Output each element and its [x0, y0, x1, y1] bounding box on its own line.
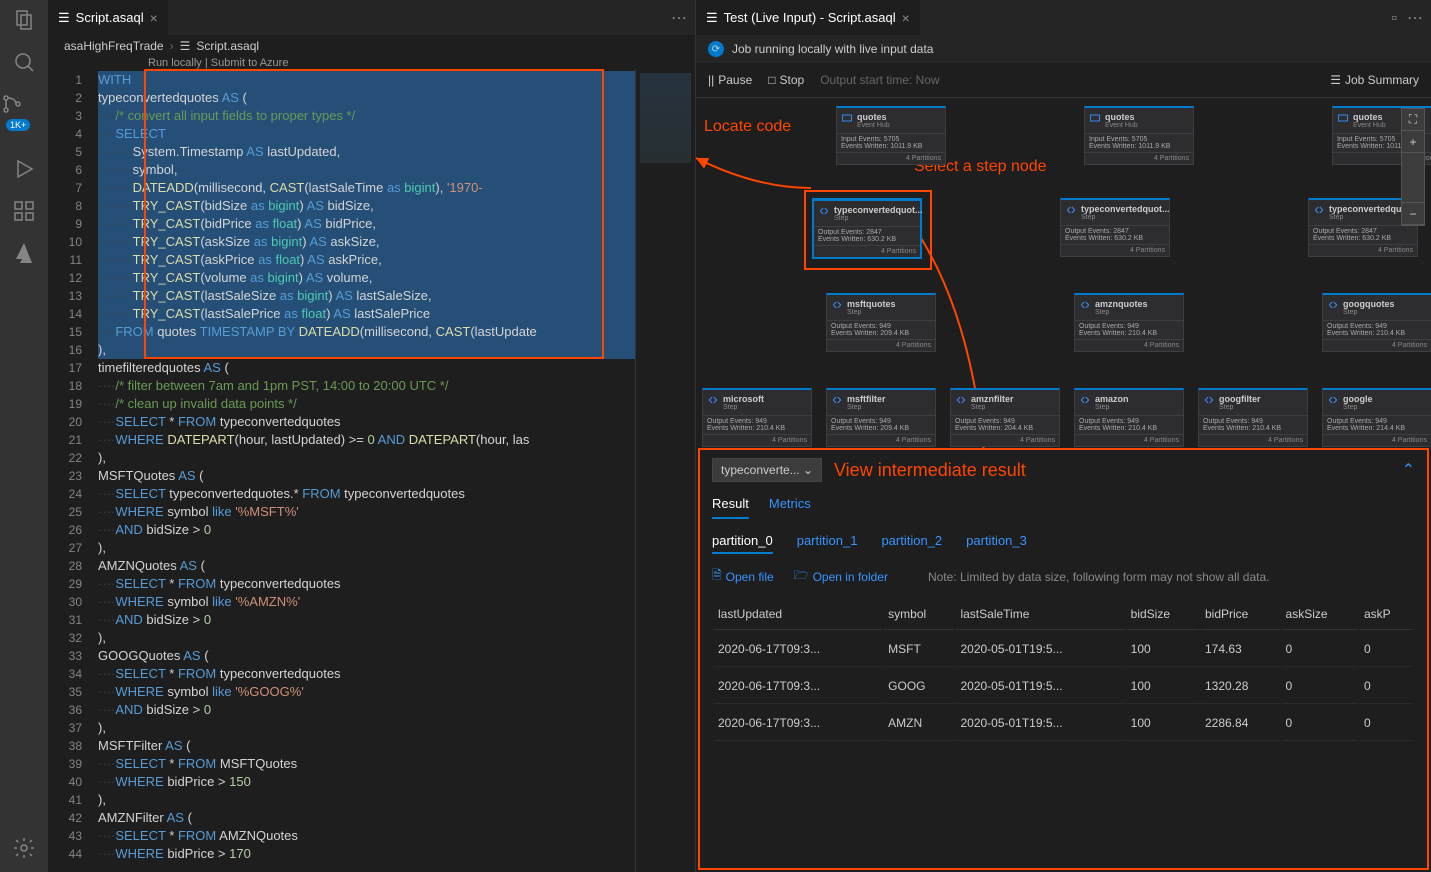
- codelens-submit[interactable]: Submit to Azure: [211, 57, 289, 69]
- tab-actions[interactable]: ⋯: [671, 8, 695, 28]
- source-control-badge: 1K+: [6, 119, 30, 131]
- file-actions: 🗎Open file 🗁Open in folder Note: Limited…: [712, 566, 1415, 587]
- folder-icon: 🗁: [794, 566, 809, 587]
- node-typeconverted[interactable]: typeconvertedquot...StepOutput Events: 2…: [812, 198, 922, 259]
- files-icon[interactable]: [12, 8, 36, 32]
- tab-result[interactable]: Result: [712, 496, 749, 519]
- editor-tabs: ☰ Script.asaql × ⋯: [48, 0, 695, 35]
- node-googfilter[interactable]: googfilterStepOutput Events: 949Events W…: [1198, 388, 1308, 447]
- run-debug-icon[interactable]: [12, 157, 36, 181]
- zoom-out-button[interactable]: −: [1402, 203, 1424, 225]
- results-panel: typeconverte...⌄ View intermediate resul…: [698, 448, 1429, 870]
- breadcrumb-folder: asaHighFreqTrade: [64, 39, 164, 53]
- status-message: Job running locally with live input data: [732, 42, 933, 56]
- node-quotes[interactable]: quotesEvent HubInput Events: 5705Events …: [1084, 106, 1194, 165]
- minimap[interactable]: [635, 69, 695, 872]
- highlight-box-code: [144, 69, 604, 359]
- node-amazon[interactable]: amazonStepOutput Events: 949Events Writt…: [1074, 388, 1184, 447]
- breadcrumb[interactable]: asaHighFreqTrade › ☰ Script.asaql: [48, 35, 695, 57]
- table-row[interactable]: 2020-06-17T09:3...GOOG2020-05-01T19:5...…: [714, 669, 1413, 704]
- output-start-label: Output start time: Now: [820, 73, 939, 87]
- node-msftfilter[interactable]: msftfilterStepOutput Events: 949Events W…: [826, 388, 936, 447]
- chevron-down-icon: ⌄: [803, 463, 813, 477]
- activity-bar: 1K+: [0, 0, 48, 872]
- pause-button[interactable]: ||Pause: [708, 73, 752, 87]
- table-header: lastUpdatedsymbollastSaleTimebidSizebidP…: [714, 599, 1413, 630]
- node-typeconverted[interactable]: typeconvertedquot...StepOutput Events: 2…: [1060, 198, 1170, 257]
- editor-pane-left: ☰ Script.asaql × ⋯ asaHighFreqTrade › ☰ …: [48, 0, 696, 872]
- extensions-icon[interactable]: [12, 199, 36, 223]
- pause-icon: ||: [708, 73, 714, 87]
- breadcrumb-file: Script.asaql: [196, 39, 259, 53]
- file-icon: 🗎: [712, 566, 722, 587]
- annotation-locate: Locate code: [704, 118, 791, 136]
- tab-script[interactable]: ☰ Script.asaql ×: [48, 0, 169, 35]
- zoom-controls: ⛶ + −: [1401, 108, 1425, 226]
- job-summary-button[interactable]: ☰Job Summary: [1330, 73, 1419, 87]
- sync-icon: ⟳: [708, 41, 724, 57]
- node-quotes[interactable]: quotesEvent HubInput Events: 5705Events …: [836, 106, 946, 165]
- node-amznquotes[interactable]: amznquotesStepOutput Events: 949Events W…: [1074, 293, 1184, 352]
- node-googquotes[interactable]: googquotesStepOutput Events: 949Events W…: [1322, 293, 1431, 352]
- source-control-icon[interactable]: 1K+: [0, 92, 48, 139]
- job-diagram[interactable]: Locate code Select a step node quotesEve…: [696, 98, 1431, 448]
- file-icon: ☰: [706, 10, 718, 26]
- results-table: lastUpdatedsymbollastSaleTimebidSizebidP…: [712, 597, 1415, 743]
- table-row[interactable]: 2020-06-17T09:3...AMZN2020-05-01T19:5...…: [714, 706, 1413, 741]
- zoom-fit-button[interactable]: ⛶: [1402, 109, 1424, 131]
- search-icon[interactable]: [12, 50, 36, 74]
- line-gutter: 1234567891011121314151617181920212223242…: [48, 69, 98, 872]
- stop-button[interactable]: □Stop: [768, 73, 804, 87]
- zoom-slider[interactable]: [1402, 153, 1424, 203]
- collapse-icon[interactable]: ⌃: [1402, 460, 1415, 480]
- node-microsoft[interactable]: microsoftStepOutput Events: 949Events Wr…: [702, 388, 812, 447]
- close-icon[interactable]: ×: [902, 10, 910, 26]
- status-bar: ⟳ Job running locally with live input da…: [696, 35, 1431, 63]
- tab-label: Script.asaql: [76, 10, 144, 25]
- azure-icon[interactable]: [12, 241, 36, 265]
- file-icon: ☰: [58, 10, 70, 26]
- zoom-in-button[interactable]: +: [1402, 131, 1424, 153]
- open-file-button[interactable]: 🗎Open file: [712, 566, 774, 587]
- open-folder-button[interactable]: 🗁Open in folder: [794, 566, 888, 587]
- partition-tab[interactable]: partition_2: [881, 533, 942, 554]
- node-msftquotes[interactable]: msftquotesStepOutput Events: 949Events W…: [826, 293, 936, 352]
- tab-test-live[interactable]: ☰ Test (Live Input) - Script.asaql ×: [696, 0, 921, 35]
- code-editor[interactable]: 1234567891011121314151617181920212223242…: [48, 69, 695, 872]
- settings-icon[interactable]: [12, 836, 36, 860]
- tab-label: Test (Live Input) - Script.asaql: [724, 10, 896, 25]
- list-icon: ☰: [1330, 73, 1341, 87]
- codelens-run-local[interactable]: Run locally: [148, 57, 202, 69]
- editor-pane-right: ☰ Test (Live Input) - Script.asaql × ▫⋯ …: [696, 0, 1431, 872]
- tab-metrics[interactable]: Metrics: [769, 496, 811, 519]
- stop-icon: □: [768, 73, 775, 87]
- note-label: Note: Limited by data size, following fo…: [928, 570, 1270, 584]
- step-dropdown[interactable]: typeconverte...⌄: [712, 458, 822, 482]
- close-icon[interactable]: ×: [150, 10, 158, 26]
- result-tabs: Result Metrics: [712, 496, 1415, 519]
- partition-tab[interactable]: partition_3: [966, 533, 1027, 554]
- partition-tabs: partition_0 partition_1 partition_2 partiti…: [712, 533, 1415, 554]
- chevron-right-icon: ›: [170, 39, 174, 53]
- partition-tab[interactable]: partition_0: [712, 533, 773, 554]
- test-toolbar: ||Pause □Stop Output start time: Now ☰Jo…: [696, 63, 1431, 98]
- table-row[interactable]: 2020-06-17T09:3...MSFT2020-05-01T19:5...…: [714, 632, 1413, 667]
- annotation-view: View intermediate result: [834, 460, 1026, 481]
- tab-actions[interactable]: ▫⋯: [1391, 8, 1431, 28]
- node-amznfilter[interactable]: amznfilterStepOutput Events: 949Events W…: [950, 388, 1060, 447]
- partition-tab[interactable]: partition_1: [797, 533, 858, 554]
- codelens: Run locally | Submit to Azure: [48, 57, 695, 69]
- editor-tabs-right: ☰ Test (Live Input) - Script.asaql × ▫⋯: [696, 0, 1431, 35]
- node-google[interactable]: googleStepOutput Events: 949Events Writt…: [1322, 388, 1431, 447]
